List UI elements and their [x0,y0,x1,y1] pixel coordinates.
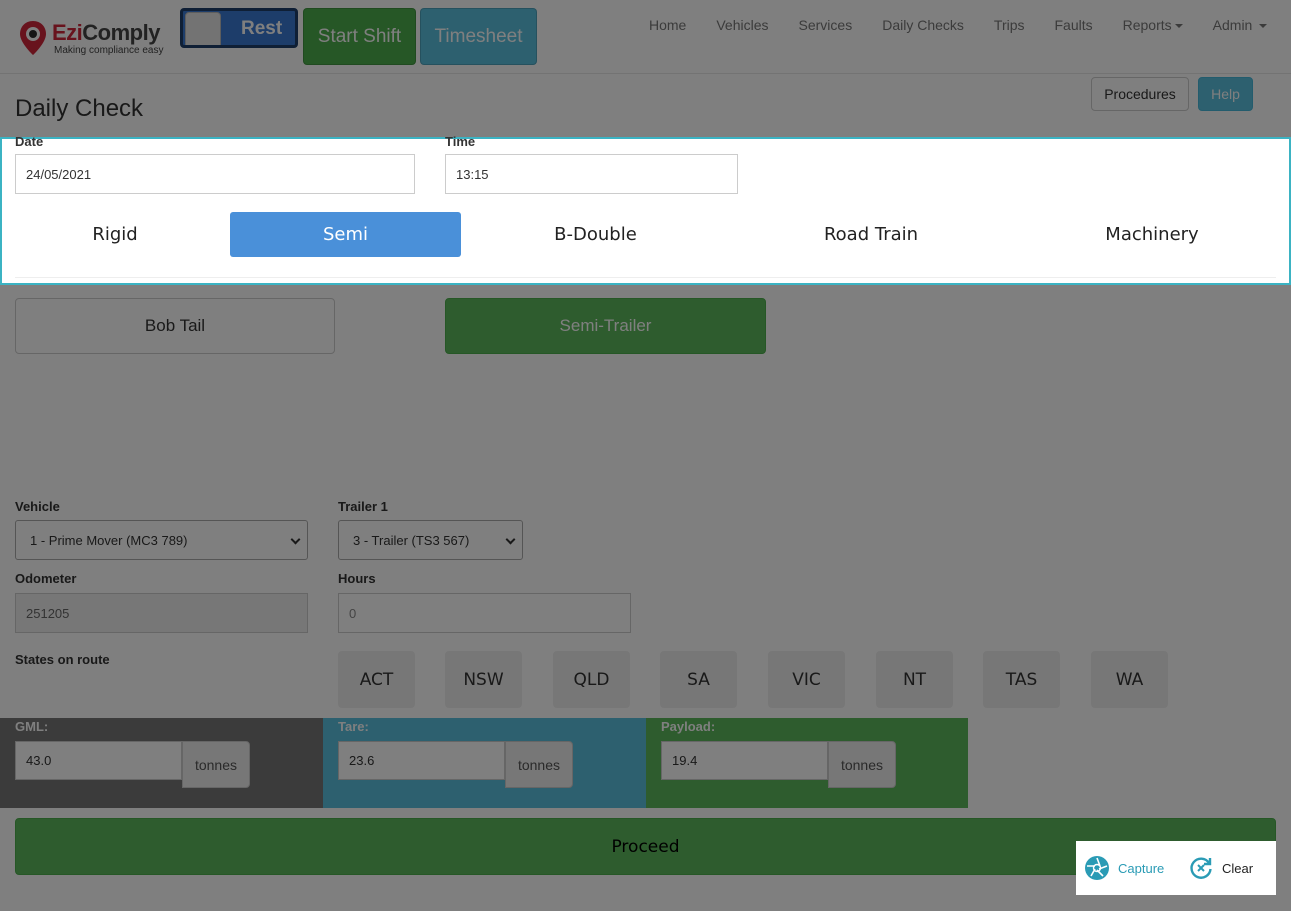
highlighted-section: Date 24/05/2021 Time 13:15 Rigid Semi B-… [0,134,1291,285]
procedures-button[interactable]: Procedures [1091,77,1189,111]
nav-home[interactable]: Home [634,17,701,37]
help-button[interactable]: Help [1198,77,1253,111]
nav-admin[interactable]: Admin [1198,17,1283,37]
payload-unit: tonnes [828,741,896,788]
tare-panel: Tare: 23.6 tonnes [323,718,646,808]
type-rigid-button[interactable]: Rigid [15,212,215,257]
capture-widget: Capture Clear [1076,841,1276,895]
camera-shutter-icon [1085,856,1109,880]
time-field[interactable]: 13:15 [445,154,738,194]
main-nav: Home Vehicles Services Daily Checks Trip… [634,17,1282,37]
caret-down-icon [1174,24,1183,29]
nav-faults[interactable]: Faults [1040,17,1108,37]
caret-down-icon [1259,24,1268,29]
capture-label: Capture [1118,860,1165,876]
page-title: Daily Check [15,95,144,122]
state-wa-button[interactable]: WA [1091,651,1168,708]
nav-reports[interactable]: Reports [1108,17,1198,37]
brand-tagline: Making compliance easy [54,45,164,56]
payload-panel: Payload: 19.4 tonnes [646,718,968,808]
gml-label: GML: [15,719,49,734]
payload-field[interactable]: 19.4 [661,741,828,780]
states-label: States on route [15,652,110,667]
state-qld-button[interactable]: QLD [553,651,630,708]
trailer-select[interactable]: 3 - Trailer (TS3 567) [338,520,523,560]
brand-logo[interactable]: EziComply Making compliance easy [18,18,168,58]
divider [15,277,1276,278]
rest-toggle[interactable]: Rest [180,8,298,48]
clear-button[interactable]: Clear [1188,841,1253,895]
state-nsw-button[interactable]: NSW [445,651,522,708]
payload-label: Payload: [661,719,716,734]
brand-name: EziComply [52,20,160,45]
gml-panel: GML: 43.0 tonnes [0,718,323,808]
timesheet-button[interactable]: Timesheet [420,8,537,65]
bob-tail-button[interactable]: Bob Tail [15,298,335,354]
tare-unit: tonnes [505,741,573,788]
nav-daily-checks[interactable]: Daily Checks [867,17,979,37]
semi-trailer-button[interactable]: Semi-Trailer [445,298,766,354]
type-b-double-button[interactable]: B-Double [482,212,709,257]
date-label: Date [15,134,44,149]
gml-unit: tonnes [182,741,250,788]
type-machinery-button[interactable]: Machinery [1037,212,1267,257]
chevron-down-icon [290,534,301,545]
vehicle-select[interactable]: 1 - Prime Mover (MC3 789) [15,520,308,560]
chevron-down-icon [505,534,516,545]
state-act-button[interactable]: ACT [338,651,415,708]
tare-field[interactable]: 23.6 [338,741,505,780]
back-link[interactable]: Back [15,886,44,901]
nav-services[interactable]: Services [784,17,868,37]
vehicle-select-value: 1 - Prime Mover (MC3 789) [30,532,188,548]
trailer-select-value: 3 - Trailer (TS3 567) [353,532,470,548]
location-pin-icon [20,21,46,55]
odometer-label: Odometer [15,571,77,586]
state-sa-button[interactable]: SA [660,651,737,708]
time-label: Time [445,134,476,149]
vehicle-label: Vehicle [15,499,60,514]
toggle-knob[interactable] [185,12,221,45]
gml-field[interactable]: 43.0 [15,741,182,780]
start-shift-button[interactable]: Start Shift [303,8,416,65]
nav-trips[interactable]: Trips [979,17,1040,37]
hours-label: Hours [338,571,376,586]
odometer-field[interactable]: 251205 [15,593,308,633]
type-semi-button[interactable]: Semi [230,212,461,257]
trailer-label: Trailer 1 [338,499,388,514]
clear-refresh-icon [1190,857,1212,879]
tare-label: Tare: [338,719,369,734]
hours-field[interactable]: 0 [338,593,631,633]
clear-label: Clear [1222,860,1254,876]
state-tas-button[interactable]: TAS [983,651,1060,708]
state-nt-button[interactable]: NT [876,651,953,708]
top-navbar: EziComply Making compliance easy Rest St… [0,0,1291,74]
toggle-label: Rest [241,18,283,39]
capture-button[interactable]: Capture [1084,841,1164,895]
type-road-train-button[interactable]: Road Train [742,212,1000,257]
date-field[interactable]: 24/05/2021 [15,154,415,194]
nav-vehicles[interactable]: Vehicles [701,17,783,37]
state-vic-button[interactable]: VIC [768,651,845,708]
